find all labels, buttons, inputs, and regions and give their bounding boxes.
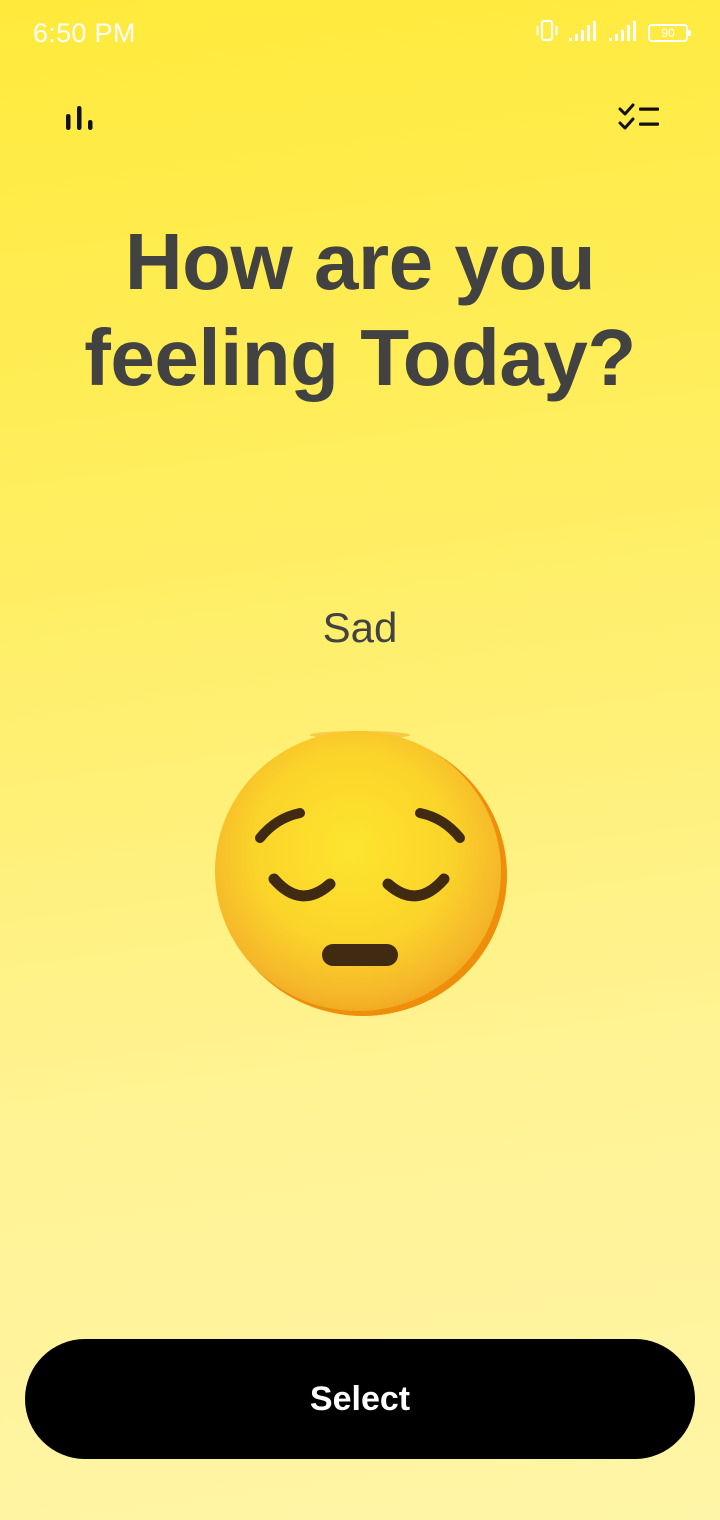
checklist-button[interactable] [616,96,664,144]
mood-label: Sad [322,604,398,651]
battery-icon: 90 [648,24,691,42]
signal-icon [568,19,600,48]
page-title: How are you feeling Today? [84,217,636,402]
bar-chart-icon [64,104,96,137]
mood-emoji[interactable] [208,724,512,1020]
battery-percent: 90 [661,26,675,40]
checklist-icon [618,102,662,139]
status-bar: 6:50 PM 90 [0,0,720,66]
vibrate-icon [534,19,560,48]
status-icons: 90 [534,18,691,48]
stats-button[interactable] [56,96,104,144]
status-time: 6:50 PM [33,18,136,48]
pensive-face-icon [208,731,512,1024]
signal-icon [608,19,640,48]
select-button[interactable]: Select [25,1339,695,1459]
